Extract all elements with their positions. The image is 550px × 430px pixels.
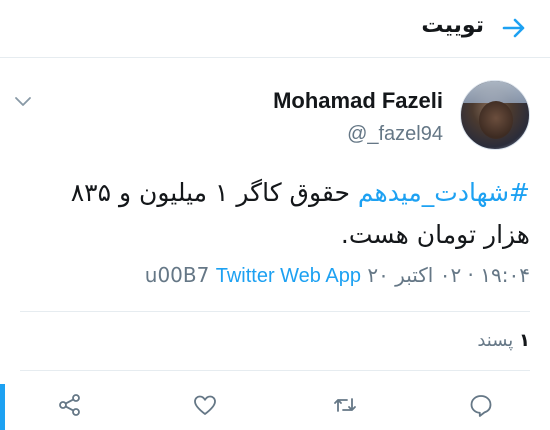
more-options-button[interactable] [13, 93, 33, 107]
likes-stat[interactable]: ۱ پسند [477, 330, 530, 351]
divider [20, 370, 530, 371]
arrow-right-icon [502, 18, 525, 38]
like-icon [194, 395, 216, 415]
source-app-link[interactable]: Twitter Web App [216, 265, 361, 287]
avatar-background [461, 81, 529, 103]
share-button[interactable] [57, 392, 83, 418]
tweet-text: #شهادت_میدهم حقوق کاگر ۱ میلیون و ۸۳۵ هز… [20, 172, 530, 256]
scroll-indicator [0, 384, 5, 430]
author-name[interactable]: Mohamad Fazeli [273, 88, 443, 114]
chevron-down-icon [15, 97, 31, 106]
likes-label: پسند [477, 330, 514, 351]
likes-count: ۱ [519, 330, 530, 351]
share-icon [59, 394, 80, 416]
like-button[interactable] [192, 392, 218, 418]
reply-icon [470, 395, 492, 417]
tweet-meta: ۱۹:۰۴ · ۰۲ اکتبر ۲۰ u00B7 Twitter Web Ap… [20, 263, 530, 288]
divider [20, 311, 530, 312]
top-bar: توییت [0, 0, 550, 58]
reply-button[interactable] [468, 392, 494, 418]
hashtag-link[interactable]: #شهادت_میدهم [358, 178, 530, 207]
back-button[interactable] [500, 14, 528, 42]
meta-separator: u00B7 [144, 263, 210, 287]
avatar[interactable] [460, 80, 530, 150]
page-title: توییت [421, 13, 484, 38]
retweet-button[interactable] [332, 392, 358, 418]
author-handle[interactable]: @_fazel94 [347, 123, 443, 146]
tweet-time[interactable]: ۱۹:۰۴ · ۰۲ اکتبر ۲۰ [367, 263, 530, 287]
avatar-face [479, 101, 513, 139]
retweet-icon [334, 398, 356, 412]
